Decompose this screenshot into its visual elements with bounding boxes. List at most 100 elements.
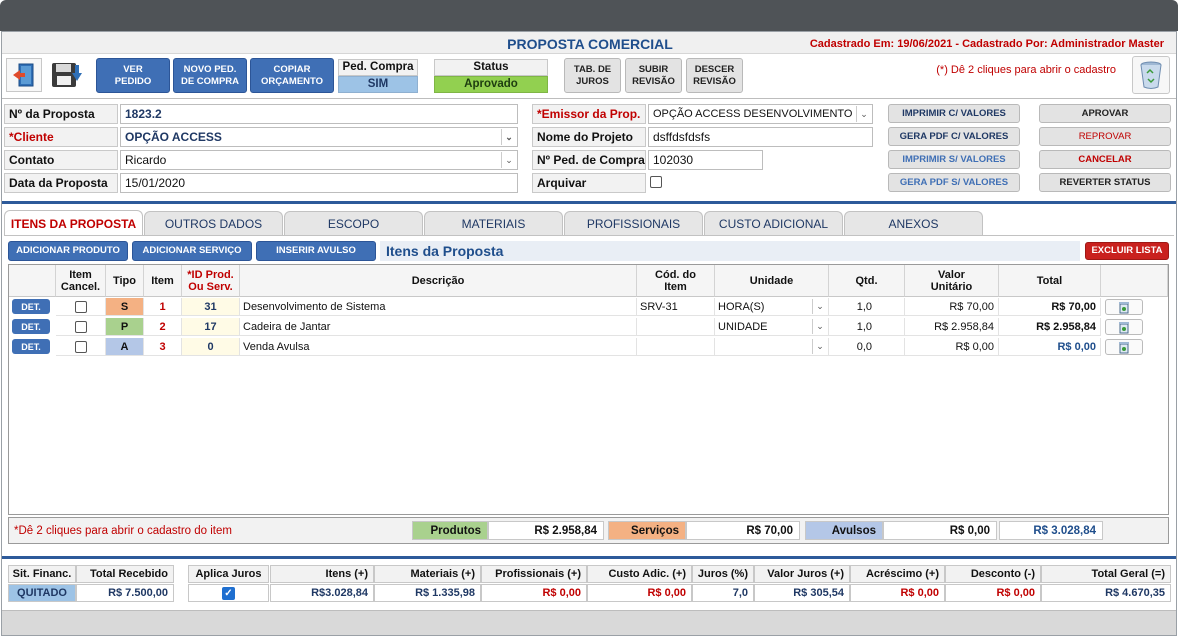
emissor-label[interactable]: *Emissor da Prop. xyxy=(532,104,646,124)
exit-icon[interactable] xyxy=(6,58,42,92)
tab-custo[interactable]: CUSTO ADICIONAL xyxy=(704,211,843,235)
inserir-avulso-button[interactable]: INSERIR AVULSO xyxy=(256,241,376,261)
itens-total-value: R$ 3.028,84 xyxy=(999,521,1103,540)
reprovar-button[interactable]: REPROVAR xyxy=(1039,127,1171,146)
descricao-cell[interactable]: Cadeira de Jantar xyxy=(240,318,637,336)
delete-row-icon[interactable] xyxy=(1105,339,1143,355)
unidade-value: UNIDADE xyxy=(718,320,768,333)
qtd-cell[interactable]: 0,0 xyxy=(829,338,905,356)
juros-percent-value[interactable]: 7,0 xyxy=(692,584,754,602)
add-produto-button[interactable]: ADICIONAR PRODUTO xyxy=(8,241,128,261)
subir-revisao-button[interactable]: SUBIR REVISÃO xyxy=(625,58,682,93)
det-button[interactable]: DET. xyxy=(12,319,50,334)
data-field[interactable]: 15/01/2020 xyxy=(120,173,518,193)
tab-juros-button[interactable]: TAB. DE JUROS xyxy=(564,58,621,93)
produtos-value: R$ 2.958,84 xyxy=(488,521,604,540)
cancel-checkbox[interactable] xyxy=(74,340,87,353)
det-button[interactable]: DET. xyxy=(12,299,50,314)
reverter-status-button[interactable]: REVERTER STATUS xyxy=(1039,173,1171,192)
imprimir-valores-button[interactable]: IMPRIMIR C/ VALORES xyxy=(888,104,1020,123)
desconto-label: Desconto (-) xyxy=(945,565,1041,583)
cliente-select[interactable]: OPÇÃO ACCESS ⌄ xyxy=(120,127,518,147)
cancel-checkbox[interactable] xyxy=(74,320,87,333)
unidade-cell[interactable]: HORA(S) ⌄ xyxy=(715,298,829,316)
chevron-down-icon[interactable]: ⌄ xyxy=(501,152,516,168)
ped-compra-value: SIM xyxy=(338,76,418,93)
tab-profissionais[interactable]: PROFISSIONAIS xyxy=(564,211,703,235)
tab-materiais[interactable]: MATERIAIS xyxy=(424,211,563,235)
projeto-field[interactable]: dsffdsfdsfs xyxy=(648,127,873,147)
novo-pedido-button[interactable]: NOVO PED. DE COMPRA xyxy=(173,58,247,93)
id-cell[interactable]: 31 xyxy=(182,298,240,316)
aprovar-button[interactable]: APROVAR xyxy=(1039,104,1171,123)
recycle-bin-icon[interactable] xyxy=(1132,56,1170,94)
pedcompra-field[interactable]: 102030 xyxy=(648,150,763,170)
materiais-value: R$ 1.335,98 xyxy=(374,584,481,602)
juros-percent-label: Juros (%) xyxy=(692,565,754,583)
descer-label-2: REVISÃO xyxy=(693,75,736,87)
cliente-label[interactable]: *Cliente xyxy=(4,127,118,147)
det-button[interactable]: DET. xyxy=(12,339,50,354)
col-cancel-label-2: Cancel. xyxy=(60,280,101,293)
chevron-down-icon[interactable]: ⌄ xyxy=(812,339,827,354)
tab-escopo[interactable]: ESCOPO xyxy=(284,211,423,235)
cancel-cell xyxy=(56,298,106,316)
ver-pedido-button[interactable]: VER PEDIDO xyxy=(96,58,170,93)
valor-cell[interactable]: R$ 70,00 xyxy=(905,298,999,316)
descricao-cell[interactable]: Desenvolvimento de Sistema xyxy=(240,298,637,316)
excluir-lista-button[interactable]: EXCLUIR LISTA xyxy=(1085,242,1169,260)
cancelar-button[interactable]: CANCELAR xyxy=(1039,150,1171,169)
tab-itens[interactable]: ITENS DA PROPOSTA xyxy=(4,210,143,236)
aplica-juros-checkbox[interactable]: ✓ xyxy=(222,586,235,600)
chevron-down-icon[interactable]: ⌄ xyxy=(501,129,516,145)
servicos-value: R$ 70,00 xyxy=(686,521,800,540)
arquivar-checkbox[interactable] xyxy=(650,176,662,188)
delete-row-icon[interactable] xyxy=(1105,319,1143,335)
desconto-value[interactable]: R$ 0,00 xyxy=(945,584,1041,602)
cancel-checkbox[interactable] xyxy=(74,300,87,313)
add-servico-button[interactable]: ADICIONAR SERVIÇO xyxy=(132,241,252,261)
descer-revisao-button[interactable]: DESCER REVISÃO xyxy=(686,58,743,93)
qtd-cell[interactable]: 1,0 xyxy=(829,298,905,316)
item-cell: 1 xyxy=(144,298,182,316)
copiar-label-2: ORÇAMENTO xyxy=(260,75,324,87)
tab-anexos[interactable]: ANEXOS xyxy=(844,211,983,235)
imprimir-sem-button[interactable]: IMPRIMIR S/ VALORES xyxy=(888,150,1020,169)
registered-info: Cadastrado Em: 19/06/2021 - Cadastrado P… xyxy=(809,38,1164,50)
valor-juros-label: Valor Juros (+) xyxy=(754,565,850,583)
id-cell[interactable]: 17 xyxy=(182,318,240,336)
valor-cell[interactable]: R$ 2.958,84 xyxy=(905,318,999,336)
numero-field[interactable]: 1823.2 xyxy=(120,104,518,124)
aplica-juros-label: Aplica Juros xyxy=(188,565,269,583)
copiar-orcamento-button[interactable]: COPIAR ORÇAMENTO xyxy=(250,58,334,93)
acrescimo-value[interactable]: R$ 0,00 xyxy=(850,584,945,602)
descricao-cell[interactable]: Venda Avulsa xyxy=(240,338,637,356)
valor-cell[interactable]: R$ 0,00 xyxy=(905,338,999,356)
chevron-down-icon[interactable]: ⌄ xyxy=(812,299,827,314)
unidade-cell[interactable]: ⌄ xyxy=(715,338,829,356)
pdf-valores-button[interactable]: GERA PDF C/ VALORES xyxy=(888,127,1020,146)
delete-row-icon[interactable] xyxy=(1105,299,1143,315)
col-actions-header xyxy=(1101,265,1168,297)
novo-pedido-label-2: DE COMPRA xyxy=(180,75,240,87)
id-cell[interactable]: 0 xyxy=(182,338,240,356)
tab-juros-label-2: JUROS xyxy=(576,75,609,87)
contato-select[interactable]: Ricardo ⌄ xyxy=(120,150,518,170)
custo-adic-value: R$ 0,00 xyxy=(587,584,692,602)
unidade-cell[interactable]: UNIDADE ⌄ xyxy=(715,318,829,336)
tab-outros[interactable]: OUTROS DADOS xyxy=(144,211,283,235)
aplica-juros-cell: ✓ xyxy=(188,584,269,602)
emissor-select[interactable]: OPÇÃO ACCESS DESENVOLVIMENTO DE ⌄ xyxy=(648,104,873,124)
total-recebido-value: R$ 7.500,00 xyxy=(76,584,174,602)
tab-divider xyxy=(4,235,1174,236)
col-det-header xyxy=(9,265,56,297)
chevron-down-icon[interactable]: ⌄ xyxy=(856,106,871,122)
qtd-cell[interactable]: 1,0 xyxy=(829,318,905,336)
cod-cell xyxy=(637,338,715,356)
numero-label: Nº da Proposta xyxy=(4,104,118,124)
save-icon[interactable] xyxy=(45,58,89,92)
chevron-down-icon[interactable]: ⌄ xyxy=(812,319,827,334)
col-cancel-header: Item Cancel. xyxy=(56,265,106,297)
total-cell: R$ 70,00 xyxy=(999,298,1101,316)
pdf-sem-button[interactable]: GERA PDF S/ VALORES xyxy=(888,173,1020,192)
